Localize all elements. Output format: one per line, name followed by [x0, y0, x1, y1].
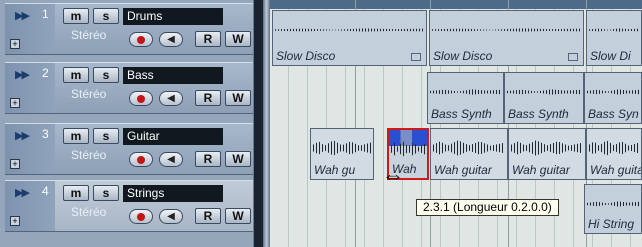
- solo-button[interactable]: s: [93, 185, 119, 201]
- part-label: Hi String: [588, 217, 635, 231]
- audio-track-icon: ▶▶: [15, 69, 30, 81]
- read-automation-button[interactable]: R: [195, 90, 221, 106]
- solo-button[interactable]: s: [93, 128, 119, 144]
- waveform: [511, 140, 583, 156]
- monitor-button[interactable]: ◀: [159, 32, 183, 47]
- write-automation-button[interactable]: W: [225, 90, 251, 106]
- channel-mode-label: Stéréo: [71, 87, 107, 101]
- level-meter-strip: [253, 0, 263, 247]
- audio-part-guitar[interactable]: Wah gu: [310, 128, 374, 180]
- part-label: Wah gu: [314, 163, 356, 177]
- track-name-field[interactable]: Drums: [123, 8, 223, 25]
- audio-part-guitar[interactable]: Wah guitar: [508, 128, 586, 180]
- part-icon: [411, 53, 421, 61]
- track-drums[interactable]: ▶▶ 1 + m s Drums Stéréo ◀ R W: [5, 3, 253, 55]
- waveform: [430, 89, 501, 95]
- audio-part-bass[interactable]: Bass Synth: [427, 72, 504, 124]
- waveform: [313, 140, 371, 156]
- resize-cursor-icon: ⇔: [382, 163, 404, 188]
- read-automation-button[interactable]: R: [195, 151, 221, 167]
- audio-part-guitar[interactable]: Wah guita: [586, 128, 642, 180]
- track-number: 4: [42, 184, 49, 198]
- record-enable-button[interactable]: [129, 32, 153, 47]
- monitor-button[interactable]: ◀: [159, 91, 183, 106]
- position-tooltip: 2.3.1 (Longueur 0.2.0.0): [416, 199, 559, 216]
- channel-mode-label: Stéréo: [71, 205, 107, 219]
- track-name-field[interactable]: Bass: [123, 67, 223, 84]
- part-label: Wah guitar: [434, 163, 492, 177]
- read-automation-button[interactable]: R: [195, 208, 221, 224]
- audio-part-bass[interactable]: Bass Synth: [504, 72, 584, 124]
- part-icon: [568, 53, 578, 61]
- part-label: Bass Syn: [588, 107, 639, 121]
- mute-button[interactable]: m: [63, 185, 89, 201]
- track-bass[interactable]: ▶▶ 2 + m s Bass Stéréo ◀ R W: [5, 62, 253, 114]
- track-name-field[interactable]: Strings: [123, 185, 223, 202]
- waveform: [275, 28, 424, 32]
- audio-part-bass[interactable]: Bass Syn: [584, 72, 642, 124]
- record-enable-button[interactable]: [129, 91, 153, 106]
- part-label: Slow Di: [590, 49, 631, 63]
- part-label: Wah guita: [590, 163, 642, 177]
- mute-button[interactable]: m: [63, 8, 89, 24]
- write-automation-button[interactable]: W: [225, 31, 251, 47]
- channel-mode-label: Stéréo: [71, 28, 107, 42]
- waveform: [587, 89, 639, 95]
- track-guitar[interactable]: ▶▶ 3 + m s Guitar Stéréo ◀ R W: [5, 123, 253, 175]
- waveform: [433, 140, 505, 156]
- waveform: [507, 89, 581, 95]
- audio-part-guitar[interactable]: Wah guitar: [430, 128, 508, 180]
- mute-button[interactable]: m: [63, 128, 89, 144]
- monitor-button[interactable]: ◀: [159, 209, 183, 224]
- audio-track-icon: ▶▶: [15, 187, 30, 199]
- track-number: 2: [42, 66, 49, 80]
- waveform: [587, 201, 639, 207]
- audio-track-icon: ▶▶: [15, 10, 30, 22]
- solo-button[interactable]: s: [93, 67, 119, 83]
- pane-splitter[interactable]: [263, 0, 270, 247]
- track-name-field[interactable]: Guitar: [123, 128, 223, 145]
- waveform: [589, 140, 639, 156]
- part-label: Bass Synth: [431, 107, 492, 121]
- record-enable-button[interactable]: [129, 209, 153, 224]
- mute-button[interactable]: m: [63, 67, 89, 83]
- audio-part-drums[interactable]: Slow Di: [586, 10, 642, 66]
- solo-button[interactable]: s: [93, 8, 119, 24]
- audio-part-drums[interactable]: Slow Disco: [272, 10, 427, 66]
- monitor-button[interactable]: ◀: [159, 152, 183, 167]
- audio-part-strings[interactable]: Hi String: [584, 184, 642, 234]
- track-strings[interactable]: ▶▶ 4 + m s Strings Stéréo ◀ R W: [5, 180, 253, 232]
- record-enable-button[interactable]: [129, 152, 153, 167]
- read-automation-button[interactable]: R: [195, 31, 221, 47]
- write-automation-button[interactable]: W: [225, 151, 251, 167]
- waveform: [432, 28, 581, 32]
- channel-mode-label: Stéréo: [71, 148, 107, 162]
- expand-button[interactable]: +: [10, 159, 20, 169]
- part-label: Slow Disco: [433, 49, 493, 63]
- part-label: Slow Disco: [276, 49, 336, 63]
- expand-button[interactable]: +: [10, 216, 20, 226]
- part-label: Bass Synth: [508, 107, 569, 121]
- audio-part-drums[interactable]: Slow Disco: [429, 10, 584, 66]
- waveform: [589, 28, 639, 32]
- audio-track-icon: ▶▶: [15, 130, 30, 142]
- part-label: Wah guitar: [512, 163, 570, 177]
- expand-button[interactable]: +: [10, 39, 20, 49]
- expand-button[interactable]: +: [10, 98, 20, 108]
- track-list: ▶▶ 1 + m s Drums Stéréo ◀ R W ▶▶ 2 + m s…: [0, 0, 263, 247]
- cubase-project-window: ▶▶ 1 + m s Drums Stéréo ◀ R W ▶▶ 2 + m s…: [0, 0, 642, 247]
- write-automation-button[interactable]: W: [225, 208, 251, 224]
- track-number: 3: [42, 127, 49, 141]
- track-number: 1: [42, 7, 49, 21]
